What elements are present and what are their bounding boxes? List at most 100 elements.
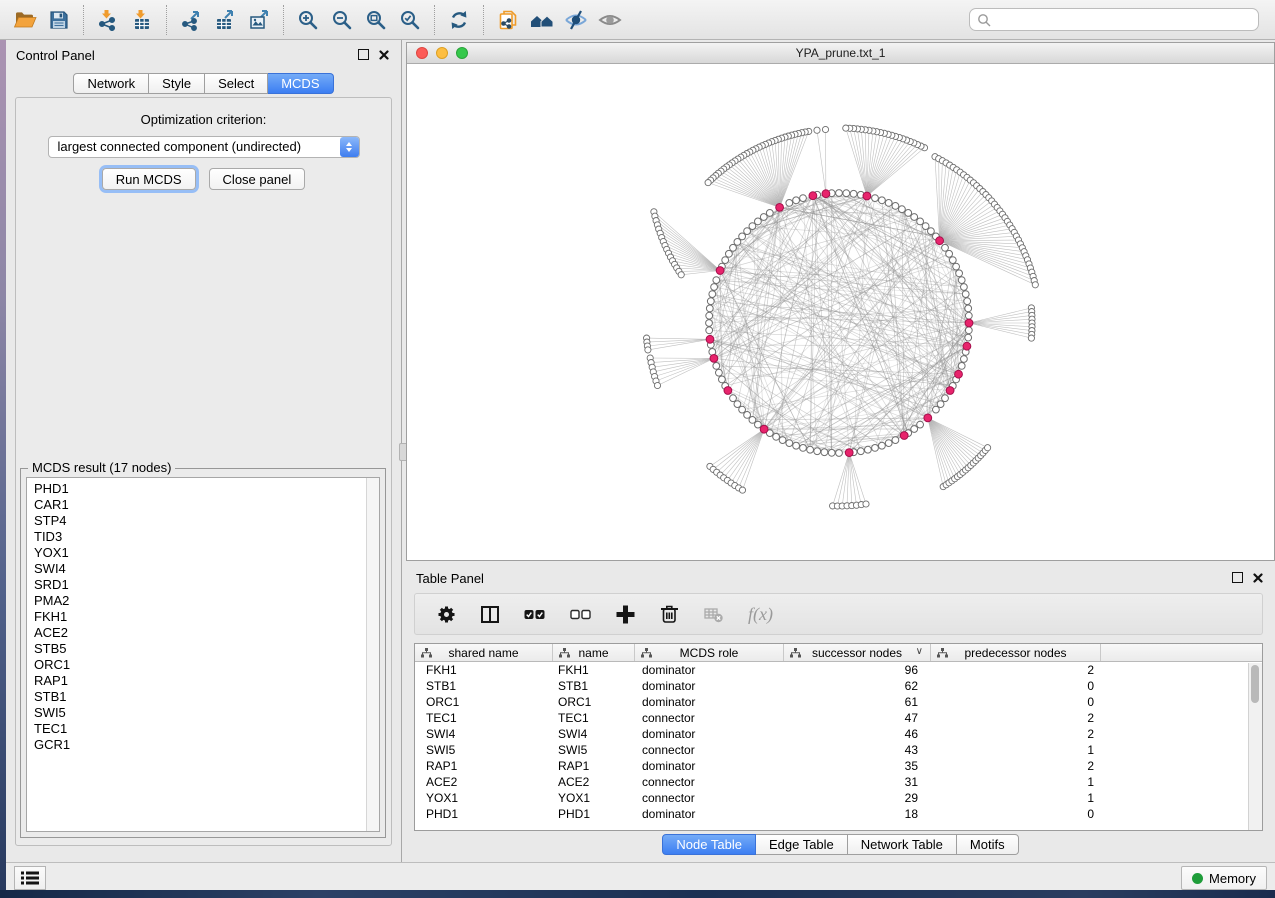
graph-node[interactable] <box>1032 282 1038 288</box>
graph-hub-node[interactable] <box>946 387 954 395</box>
network-graph[interactable] <box>407 64 1274 560</box>
mcds-result-item[interactable]: PHD1 <box>34 481 365 497</box>
settings-icon[interactable] <box>437 605 456 624</box>
table-row[interactable]: SWI4SWI4dominator462 <box>415 726 1262 742</box>
table-scrollbar[interactable] <box>1248 663 1262 830</box>
graph-node[interactable] <box>726 250 733 257</box>
zoom-fit-icon[interactable] <box>359 5 393 35</box>
close-table-panel-button[interactable] <box>1253 573 1263 583</box>
graph-node[interactable] <box>760 214 767 221</box>
graph-node[interactable] <box>713 277 720 284</box>
share-document-icon[interactable] <box>491 5 525 35</box>
graph-hub-node[interactable] <box>900 432 908 440</box>
graph-node[interactable] <box>707 298 714 305</box>
tab-select[interactable]: Select <box>205 73 268 94</box>
graph-node[interactable] <box>946 250 953 257</box>
mcds-result-scrollbar[interactable] <box>366 478 379 831</box>
graph-node[interactable] <box>734 239 741 246</box>
graph-node[interactable] <box>892 203 899 210</box>
graph-node[interactable] <box>807 446 814 453</box>
graph-node[interactable] <box>872 445 879 452</box>
graph-node[interactable] <box>822 126 828 132</box>
table-row[interactable]: SWI5SWI5connector431 <box>415 742 1262 758</box>
graph-node[interactable] <box>719 376 726 383</box>
mcds-result-item[interactable]: CAR1 <box>34 497 365 513</box>
mcds-result-item[interactable]: YOX1 <box>34 545 365 561</box>
graph-node[interactable] <box>786 200 793 207</box>
column-header-predecessor-nodes[interactable]: predecessor nodes <box>931 644 1101 661</box>
graph-node[interactable] <box>863 501 869 507</box>
graph-node[interactable] <box>706 327 713 334</box>
close-panel-button[interactable]: Close panel <box>209 168 306 190</box>
mcds-result-item[interactable]: ORC1 <box>34 657 365 673</box>
graph-node[interactable] <box>800 195 807 202</box>
graph-node[interactable] <box>711 284 718 291</box>
graph-node[interactable] <box>865 446 872 453</box>
delete-table-icon[interactable] <box>704 606 723 623</box>
column-header-mcds-role[interactable]: MCDS role <box>635 644 784 661</box>
float-table-panel-button[interactable] <box>1232 572 1243 583</box>
graph-node[interactable] <box>739 406 746 413</box>
export-network-icon[interactable] <box>174 5 208 35</box>
column-header-successor-nodes[interactable]: successor nodes∨ <box>784 644 931 661</box>
mcds-result-item[interactable]: RAP1 <box>34 673 365 689</box>
graph-hub-node[interactable] <box>863 192 871 200</box>
graph-node[interactable] <box>730 395 737 402</box>
graph-node[interactable] <box>985 445 991 451</box>
graph-node[interactable] <box>885 200 892 207</box>
graph-hub-node[interactable] <box>809 192 817 200</box>
mcds-result-item[interactable]: ACE2 <box>34 625 365 641</box>
table-row[interactable]: STB1STB1dominator620 <box>415 678 1262 694</box>
graph-node[interactable] <box>779 437 786 444</box>
graph-hub-node[interactable] <box>955 370 963 378</box>
graph-node[interactable] <box>965 327 972 334</box>
graph-node[interactable] <box>879 197 886 204</box>
graph-node[interactable] <box>964 298 971 305</box>
graph-node[interactable] <box>937 401 944 408</box>
graph-node[interactable] <box>766 210 773 217</box>
graph-hub-node[interactable] <box>760 425 768 433</box>
network-canvas[interactable] <box>407 64 1274 560</box>
open-session-icon[interactable] <box>8 5 42 35</box>
split-view-icon[interactable] <box>481 606 499 623</box>
houses-icon[interactable] <box>525 5 559 35</box>
mcds-result-item[interactable]: STP4 <box>34 513 365 529</box>
graph-node[interactable] <box>942 244 949 251</box>
mcds-result-item[interactable]: SRD1 <box>34 577 365 593</box>
graph-node[interactable] <box>911 426 918 433</box>
graph-node[interactable] <box>892 437 899 444</box>
minimize-window-button[interactable] <box>436 47 448 59</box>
hide-graphics-details-icon[interactable] <box>559 5 593 35</box>
graph-node[interactable] <box>749 223 756 230</box>
graph-hub-node[interactable] <box>822 190 830 198</box>
close-window-button[interactable] <box>416 47 428 59</box>
graph-node[interactable] <box>828 449 835 456</box>
mcds-result-item[interactable]: TEC1 <box>34 721 365 737</box>
search-box[interactable] <box>969 8 1259 31</box>
graph-node[interactable] <box>814 448 821 455</box>
graph-node[interactable] <box>879 442 886 449</box>
graph-node[interactable] <box>786 440 793 447</box>
graph-node[interactable] <box>744 228 751 235</box>
graph-hub-node[interactable] <box>965 319 973 327</box>
graph-node[interactable] <box>773 433 780 440</box>
graph-node[interactable] <box>821 449 828 456</box>
add-column-icon[interactable] <box>616 605 635 624</box>
graph-node[interactable] <box>953 263 960 270</box>
graph-node[interactable] <box>958 277 965 284</box>
graph-node[interactable] <box>899 206 906 213</box>
mcds-result-item[interactable]: FKH1 <box>34 609 365 625</box>
graph-node[interactable] <box>850 190 857 197</box>
tab-mcds[interactable]: MCDS <box>268 73 333 94</box>
graph-node[interactable] <box>965 312 972 319</box>
table-row[interactable]: ACE2ACE2connector311 <box>415 774 1262 790</box>
delete-column-icon[interactable] <box>660 604 679 624</box>
mcds-result-item[interactable]: STB1 <box>34 689 365 705</box>
graph-hub-node[interactable] <box>936 237 944 245</box>
mcds-result-item[interactable]: SWI5 <box>34 705 365 721</box>
tab-motifs[interactable]: Motifs <box>957 834 1019 855</box>
graph-node[interactable] <box>965 334 972 341</box>
column-header-shared-name[interactable]: shared name <box>415 644 553 661</box>
graph-hub-node[interactable] <box>716 267 724 275</box>
graph-node[interactable] <box>744 412 751 419</box>
